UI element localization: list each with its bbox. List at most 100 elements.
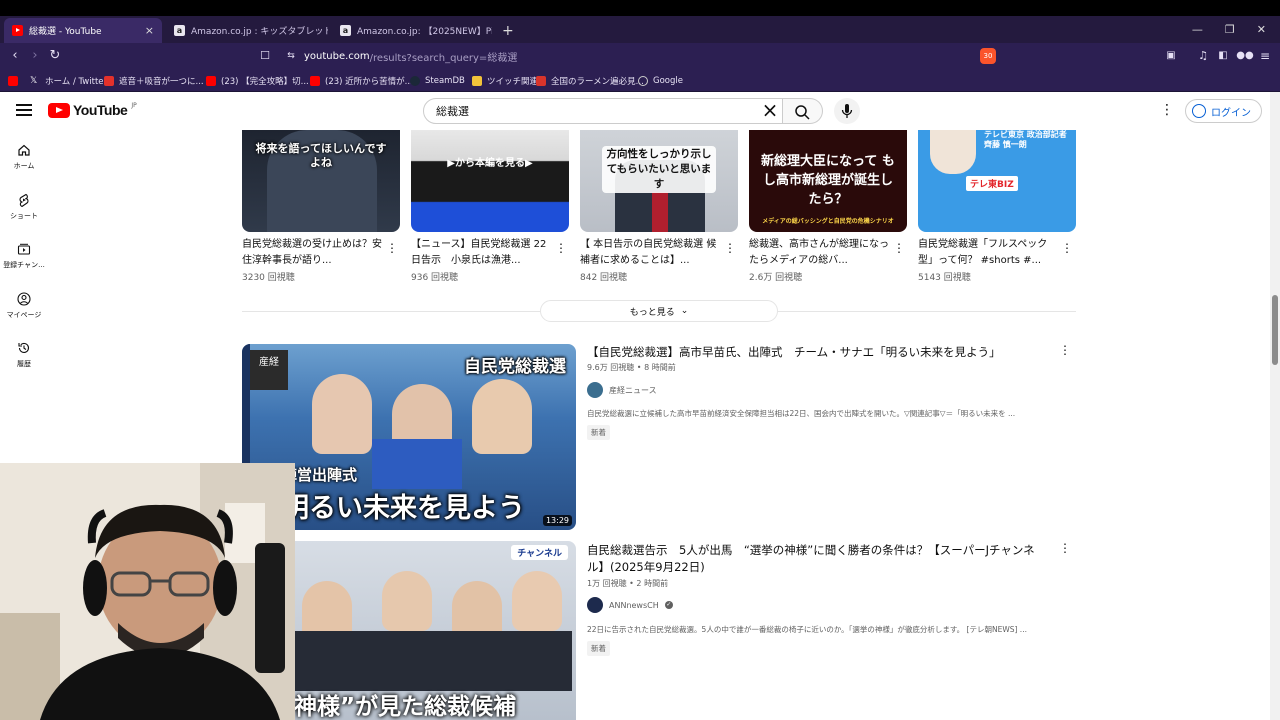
tab-strip: 総裁選 - YouTube × a Amazon.co.jp : キッズタブレッ…	[0, 16, 1280, 43]
tab-youtube[interactable]: 総裁選 - YouTube ×	[4, 18, 162, 43]
sidebar-label: 履歴	[17, 360, 31, 368]
short-title[interactable]: 総裁選、高市さんが総理になったらメディアの総バ...	[749, 237, 889, 269]
forward-icon[interactable]: ›	[26, 47, 44, 65]
more-actions-icon[interactable]: ⋮	[1059, 541, 1071, 555]
bookmark-folder-twitch[interactable]: ツイッチ関連	[472, 73, 538, 88]
bookmark-icon[interactable]: ☐	[256, 47, 274, 65]
sidebar-item-history[interactable]: 履歴	[0, 341, 48, 369]
subscriptions-icon	[17, 243, 31, 255]
show-more-label: もっと見る	[629, 307, 675, 318]
short-thumbnail[interactable]: ▶から本編を見る▶	[411, 130, 569, 232]
search-input[interactable]: 総裁選	[423, 98, 783, 124]
you-icon	[17, 292, 31, 306]
channel-name: 産経ニュース	[609, 385, 657, 395]
amazon-icon: a	[340, 25, 351, 36]
bookmark-google[interactable]: Google	[638, 73, 683, 88]
short-caption-sub: テレ東BIZ	[966, 176, 1018, 191]
short-views: 3230 回視聴	[242, 273, 295, 283]
scrollbar-thumb[interactable]	[1272, 295, 1278, 365]
sidebar-item-subscriptions[interactable]: 登録チャン...	[0, 242, 48, 270]
video-description: 自民党総裁選に立候補した高市早苗前経済安全保障担当相は22日、国会内で出陣式を開…	[587, 409, 1016, 418]
tab-amazon-1[interactable]: a Amazon.co.jp : キッズタブレット	[166, 18, 328, 43]
short-title[interactable]: 自民党総裁選の受け止めは？安住淳幹事長が語り...	[242, 237, 382, 269]
new-tab-button[interactable]: +	[494, 18, 514, 43]
video-title[interactable]: 自民総裁選告示 5人が出馬 “選挙の神様”に聞く勝者の条件は？【スーパーJチャン…	[587, 542, 1047, 576]
sidebar-item-you[interactable]: マイページ	[0, 292, 48, 320]
more-actions-icon[interactable]: ⋮	[386, 241, 398, 255]
globe-icon	[638, 75, 648, 86]
sidebar-label: ショート	[10, 212, 38, 220]
close-window-icon[interactable]: ✕	[1257, 23, 1266, 36]
streamer-webcam-image	[0, 463, 295, 720]
short-thumbnail[interactable]: 将来を語ってほしいんですよね	[242, 130, 400, 232]
bookmark-twitter[interactable]: 𝕏 ホーム / Twitter	[30, 73, 107, 88]
youtube-icon	[206, 75, 216, 86]
menu-hamburger-icon[interactable]	[16, 104, 32, 118]
vpn-icon[interactable]: ●●	[1236, 47, 1254, 65]
folder-icon	[472, 75, 482, 86]
more-actions-icon[interactable]: ⋮	[1059, 343, 1071, 357]
short-caption: 将来を語ってほしいんですよね	[255, 142, 387, 169]
more-actions-icon[interactable]: ⋮	[555, 241, 567, 255]
close-icon[interactable]: ×	[145, 24, 154, 37]
account-icon	[1192, 104, 1206, 118]
reader-icon[interactable]: ▣	[1162, 47, 1180, 65]
restore-icon[interactable]: ❐	[1225, 23, 1235, 36]
show-more-button[interactable]: もっと見る ⌄	[540, 300, 778, 322]
bookmark-soundproof[interactable]: 遮音＋吸音が一つに...	[104, 73, 204, 88]
short-thumbnail[interactable]: 方向性をしっかり示してもらいたいと思います	[580, 130, 738, 232]
reload-icon[interactable]: ↻	[46, 47, 64, 65]
login-button[interactable]: ログイン	[1185, 99, 1262, 123]
sidebar-label: ホーム	[13, 162, 35, 170]
settings-more-icon[interactable]: ⋮	[1160, 102, 1174, 120]
tab-label: Amazon.co.jp: 【2025NEW】PiimPad	[357, 27, 492, 37]
home-icon	[18, 144, 30, 156]
menu-icon[interactable]: ≡	[1256, 47, 1274, 65]
address-bar[interactable]: youtube.com/results?search_query=総裁選	[280, 46, 1000, 66]
chevron-down-icon: ⌄	[680, 306, 689, 316]
back-icon[interactable]: ‹	[6, 47, 24, 65]
media-icon[interactable]: ♫	[1194, 47, 1212, 65]
short-thumbnail[interactable]: テレビ東京 政治部記者 齊藤 慎一朗 テレ東BIZ	[918, 130, 1076, 232]
amazon-icon: a	[174, 25, 185, 36]
bookmark-guide[interactable]: (23) 【完全攻略】切...	[206, 73, 309, 88]
more-actions-icon[interactable]: ⋮	[893, 241, 905, 255]
bookmark-label: ホーム / Twitter	[45, 76, 108, 87]
bookmark-youtube[interactable]	[8, 73, 23, 88]
youtube-icon	[8, 75, 18, 86]
page-scrollbar[interactable]	[1270, 92, 1280, 720]
short-thumbnail[interactable]: 新総理大臣になって もし高市新総理が誕生したら？ メディアの総バッシングと自民党…	[749, 130, 907, 232]
video-duration: 13:29	[542, 515, 572, 526]
bookmark-label: ツイッチ関連	[487, 76, 539, 87]
sidebar-item-shorts[interactable]: ショート	[0, 193, 48, 221]
short-caption: テレビ東京 政治部記者 齊藤 慎一朗	[984, 130, 1067, 149]
bookmark-neighbor[interactable]: (23) 近所から苦情が...	[310, 73, 413, 88]
short-caption: ▶から本編を見る▶	[447, 158, 533, 169]
voice-search-button[interactable]	[834, 98, 860, 124]
tab-amazon-2[interactable]: a Amazon.co.jp: 【2025NEW】PiimPad	[332, 18, 492, 43]
bookmark-label: 全国のラーメン遍必見...	[551, 76, 644, 87]
more-actions-icon[interactable]: ⋮	[724, 241, 736, 255]
more-actions-icon[interactable]: ⋮	[1061, 241, 1073, 255]
short-views: 842 回視聴	[580, 273, 628, 283]
short-caption: 方向性をしっかり示してもらいたいと思います	[602, 146, 716, 193]
youtube-icon	[12, 25, 23, 36]
sidebar-item-home[interactable]: ホーム	[0, 143, 48, 171]
short-title[interactable]: 【ニュース】自民党総裁選 22日告示 小泉氏は漁港...	[411, 237, 551, 269]
video-title[interactable]: 【自民党総裁選】高市早苗氏、出陣式 チーム・サナエ「明るい未来を見よう」	[587, 344, 1047, 361]
search-button[interactable]	[783, 98, 823, 124]
channel-link[interactable]: 産経ニュース	[587, 382, 657, 398]
clear-search-icon[interactable]: ×	[760, 100, 780, 121]
video-meta: 1万 回視聴 • 2 時間前	[587, 579, 669, 588]
video-description: 22日に告示された自民党総裁選。5人の中で誰が一番総裁の椅子に近いのか。「選挙の…	[587, 625, 1027, 634]
sidebar-icon[interactable]: ◧	[1214, 47, 1232, 65]
bookmark-label: (23) 【完全攻略】切...	[221, 76, 309, 87]
short-title[interactable]: 【 本日告示の自民党総裁選 候補者に求めることは】...	[580, 237, 720, 269]
youtube-logo[interactable]: YouTube JP	[48, 102, 137, 118]
minimize-icon[interactable]: —	[1192, 23, 1203, 36]
channel-avatar	[587, 382, 603, 398]
bookmark-steamdb[interactable]: SteamDB	[410, 73, 465, 88]
short-title[interactable]: 自民党総裁選「フルスペック型」って何？ #shorts #...	[918, 237, 1058, 269]
channel-link[interactable]: ANNnewsCH ✓	[587, 597, 673, 613]
bookmark-ramen[interactable]: 全国のラーメン遍必見...	[536, 73, 644, 88]
